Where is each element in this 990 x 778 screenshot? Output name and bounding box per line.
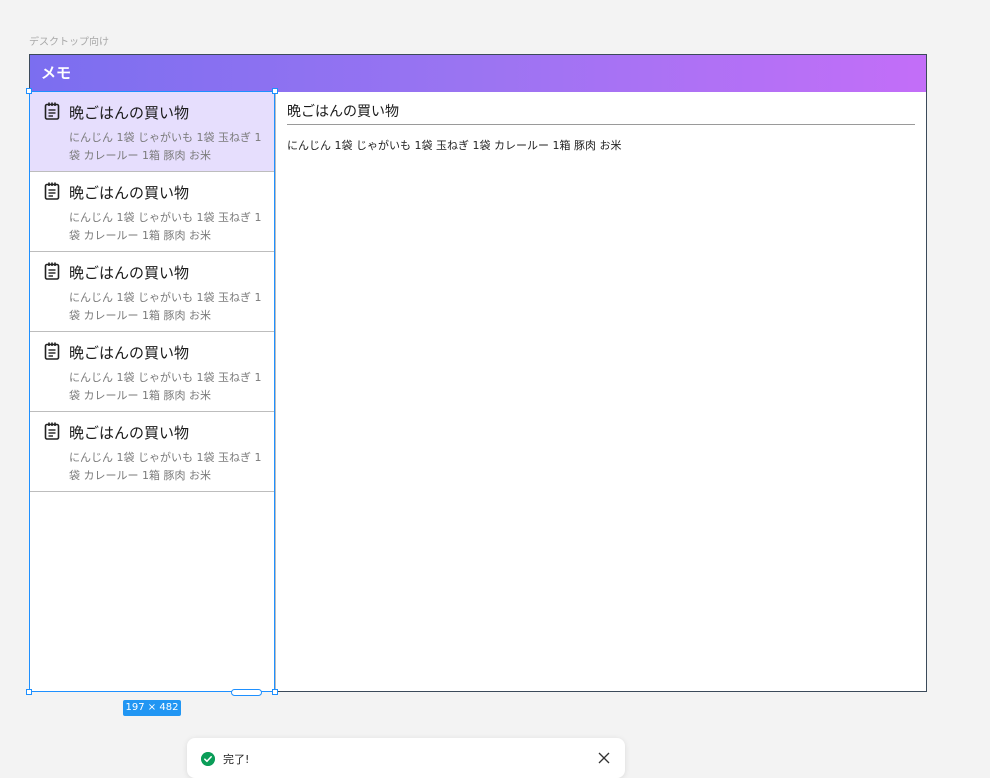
app-frame: メモ 晩ごはんの買い物 にんじん 1袋 じゃがいも 1袋 玉ねぎ 1袋 カレール… — [29, 54, 927, 692]
app-title: メモ — [41, 64, 72, 82]
resize-handle-top-right[interactable] — [272, 88, 278, 94]
notepad-icon — [44, 262, 60, 280]
memo-list-item[interactable]: 晩ごはんの買い物 にんじん 1袋 じゃがいも 1袋 玉ねぎ 1袋 カレールー 1… — [30, 252, 275, 332]
memo-title: 晩ごはんの買い物 — [69, 424, 190, 442]
memo-list-item[interactable]: 晩ごはんの買い物 にんじん 1袋 じゃがいも 1袋 玉ねぎ 1袋 カレールー 1… — [30, 172, 275, 252]
memo-title: 晩ごはんの買い物 — [69, 344, 190, 362]
memo-list: 晩ごはんの買い物 にんじん 1袋 じゃがいも 1袋 玉ねぎ 1袋 カレールー 1… — [30, 92, 276, 691]
resize-handle-bottom[interactable] — [231, 689, 262, 696]
resize-handle-bottom-left[interactable] — [26, 689, 32, 695]
memo-detail-pane: 晩ごはんの買い物 にんじん 1袋 じゃがいも 1袋 玉ねぎ 1袋 カレールー 1… — [276, 92, 926, 691]
notepad-icon — [44, 422, 60, 440]
frame-label: デスクトップ向け — [29, 37, 109, 48]
app-header: メモ — [30, 55, 926, 92]
memo-title: 晩ごはんの買い物 — [69, 184, 190, 202]
size-badge: 197 × 482 — [123, 700, 181, 716]
notepad-icon — [44, 342, 60, 360]
close-icon[interactable] — [598, 752, 610, 764]
memo-preview: にんじん 1袋 じゃがいも 1袋 玉ねぎ 1袋 カレールー 1箱 豚肉 お米 — [69, 371, 262, 402]
memo-list-item[interactable]: 晩ごはんの買い物 にんじん 1袋 じゃがいも 1袋 玉ねぎ 1袋 カレールー 1… — [30, 92, 275, 172]
notepad-icon — [44, 102, 60, 120]
memo-title: 晩ごはんの買い物 — [69, 264, 190, 282]
resize-handle-top-left[interactable] — [26, 88, 32, 94]
notepad-icon — [44, 182, 60, 200]
memo-list-item[interactable]: 晩ごはんの買い物 にんじん 1袋 じゃがいも 1袋 玉ねぎ 1袋 カレールー 1… — [30, 412, 275, 492]
memo-detail-title[interactable]: 晩ごはんの買い物 — [287, 101, 915, 125]
memo-list-item[interactable]: 晩ごはんの買い物 にんじん 1袋 じゃがいも 1袋 玉ねぎ 1袋 カレールー 1… — [30, 332, 275, 412]
check-circle-icon — [201, 752, 215, 766]
toast-notification: 完了! — [187, 738, 625, 778]
memo-preview: にんじん 1袋 じゃがいも 1袋 玉ねぎ 1袋 カレールー 1箱 豚肉 お米 — [69, 211, 262, 242]
memo-preview: にんじん 1袋 じゃがいも 1袋 玉ねぎ 1袋 カレールー 1箱 豚肉 お米 — [69, 131, 262, 162]
memo-title: 晩ごはんの買い物 — [69, 104, 190, 122]
resize-handle-bottom-right[interactable] — [272, 689, 278, 695]
memo-preview: にんじん 1袋 じゃがいも 1袋 玉ねぎ 1袋 カレールー 1箱 豚肉 お米 — [69, 451, 262, 482]
memo-detail-body[interactable]: にんじん 1袋 じゃがいも 1袋 玉ねぎ 1袋 カレールー 1箱 豚肉 お米 — [287, 137, 915, 153]
memo-preview: にんじん 1袋 じゃがいも 1袋 玉ねぎ 1袋 カレールー 1箱 豚肉 お米 — [69, 291, 262, 322]
